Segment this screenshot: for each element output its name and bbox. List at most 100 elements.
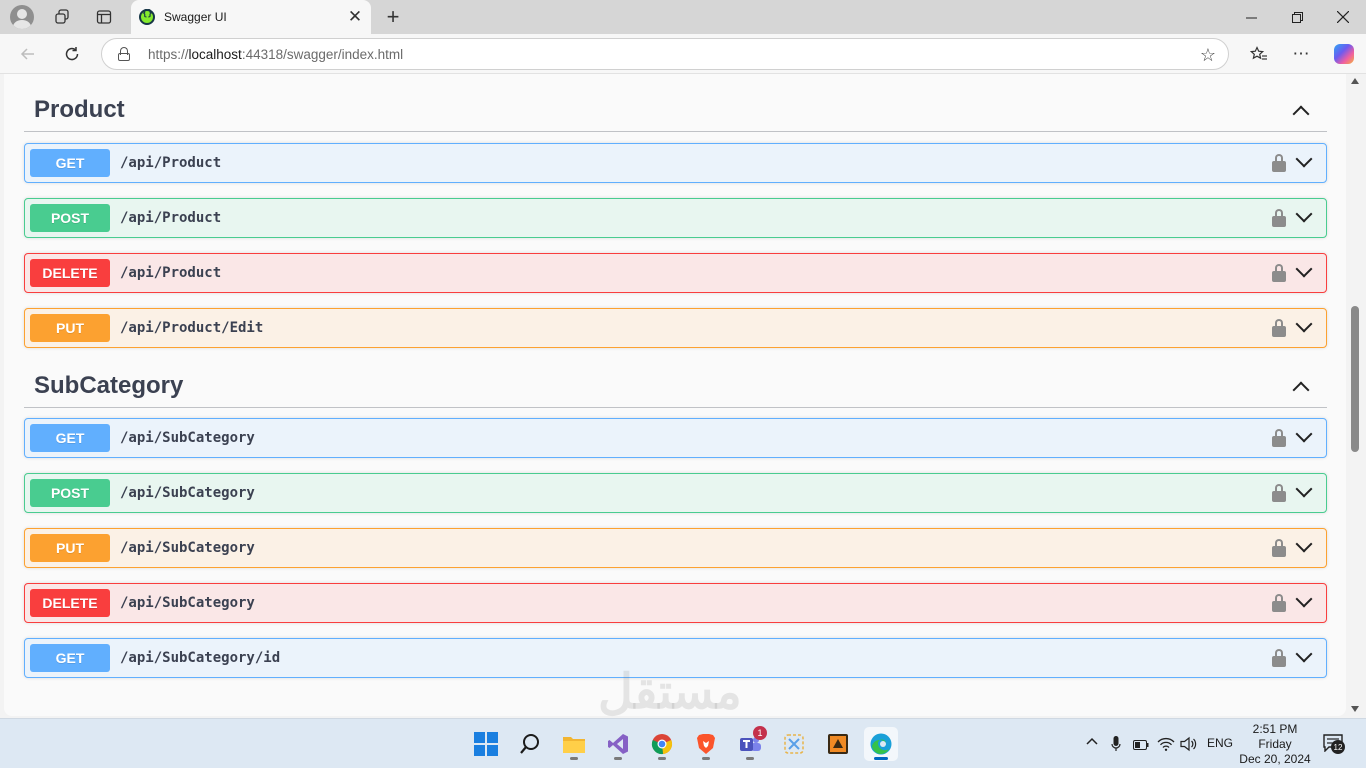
scroll-up-arrow-icon[interactable] <box>1351 78 1359 84</box>
method-badge: POST <box>30 204 110 232</box>
show-hidden-icons-chevron-icon[interactable] <box>1086 735 1098 749</box>
microphone-icon[interactable] <box>1111 736 1121 755</box>
operation-post-subcategory[interactable]: POST /api/SubCategory <box>24 473 1327 513</box>
visual-studio-icon[interactable] <box>601 727 635 761</box>
url-text: https://localhost:44318/swagger/index.ht… <box>148 47 403 62</box>
method-badge: GET <box>30 424 110 452</box>
operation-path: /api/Product <box>120 155 222 171</box>
authorize-lock-icon[interactable] <box>1272 484 1286 502</box>
refresh-icon[interactable] <box>57 39 87 69</box>
notification-count-badge: 12 <box>1331 740 1345 754</box>
method-badge: DELETE <box>30 589 110 617</box>
site-lock-icon[interactable] <box>118 47 130 61</box>
operation-path: /api/SubCategory <box>120 595 255 611</box>
authorize-lock-icon[interactable] <box>1272 594 1286 612</box>
expand-chevron-down-icon[interactable] <box>1295 590 1313 608</box>
system-clock[interactable]: 2:51 PM Friday Dec 20, 2024 <box>1236 722 1314 767</box>
operation-put-product-edit[interactable]: PUT /api/Product/Edit <box>24 308 1327 348</box>
volume-icon[interactable] <box>1180 736 1198 755</box>
swagger-favicon-icon <box>139 9 155 25</box>
browser-tab-strip: Swagger UI ✕ + <box>0 0 1366 34</box>
file-explorer-icon[interactable] <box>557 727 591 761</box>
section-header-product[interactable]: Product <box>24 88 1327 132</box>
favorites-list-icon[interactable] <box>1246 42 1272 66</box>
expand-chevron-down-icon[interactable] <box>1295 480 1313 498</box>
start-windows-icon[interactable] <box>469 727 503 761</box>
expand-chevron-down-icon[interactable] <box>1295 425 1313 443</box>
back-arrow-icon[interactable] <box>13 39 43 69</box>
url-path: :44318/swagger/index.html <box>241 46 404 62</box>
workspaces-icon[interactable] <box>47 4 77 30</box>
edge-browser-icon[interactable] <box>864 727 898 761</box>
teams-notification-badge: 1 <box>753 726 767 740</box>
profile-avatar-icon[interactable] <box>10 5 34 29</box>
url-host: localhost <box>188 46 242 62</box>
operation-delete-product[interactable]: DELETE /api/Product <box>24 253 1327 293</box>
operation-path: /api/Product <box>120 265 222 281</box>
authorize-lock-icon[interactable] <box>1272 319 1286 337</box>
input-language[interactable]: ENG <box>1207 736 1233 750</box>
restore-icon[interactable] <box>1274 0 1320 34</box>
page-viewport: Product GET /api/Product POST /api/Produ… <box>4 74 1346 716</box>
more-menu-icon[interactable]: ⋯ <box>1288 42 1314 66</box>
operation-get-subcategory[interactable]: GET /api/SubCategory <box>24 418 1327 458</box>
browser-toolbar: https://localhost:44318/swagger/index.ht… <box>0 34 1366 74</box>
operation-delete-subcategory[interactable]: DELETE /api/SubCategory <box>24 583 1327 623</box>
teams-icon[interactable]: 1 <box>733 726 767 761</box>
authorize-lock-icon[interactable] <box>1272 264 1286 282</box>
minimize-icon[interactable] <box>1228 0 1274 34</box>
authorize-lock-icon[interactable] <box>1272 209 1286 227</box>
wifi-icon[interactable] <box>1157 737 1175 754</box>
authorize-lock-icon[interactable] <box>1272 429 1286 447</box>
section-title: Product <box>34 95 125 123</box>
authorize-lock-icon[interactable] <box>1272 539 1286 557</box>
expand-chevron-down-icon[interactable] <box>1295 205 1313 223</box>
sublime-orange-app-icon[interactable] <box>821 727 855 761</box>
notification-center-icon[interactable]: 12 <box>1323 734 1345 754</box>
expand-chevron-down-icon[interactable] <box>1295 535 1313 553</box>
method-badge: PUT <box>30 534 110 562</box>
operation-path: /api/Product/Edit <box>120 320 264 336</box>
authorize-lock-icon[interactable] <box>1272 154 1286 172</box>
method-badge: POST <box>30 479 110 507</box>
section-subcategory: SubCategory <box>24 364 1327 408</box>
windows-taskbar: 1 ENG 2:51 PM Friday Dec 20, 2024 12 <box>0 718 1366 768</box>
brave-browser-icon[interactable] <box>689 727 723 761</box>
clock-date: Dec 20, 2024 <box>1239 752 1311 766</box>
page-scrollbar[interactable] <box>1348 74 1362 716</box>
snipping-tool-icon[interactable] <box>777 727 811 761</box>
search-icon[interactable] <box>513 727 547 761</box>
authorize-lock-icon[interactable] <box>1272 649 1286 667</box>
favorite-star-icon[interactable]: ☆ <box>1200 45 1216 66</box>
operation-path: /api/SubCategory/id <box>120 650 281 666</box>
method-badge: PUT <box>30 314 110 342</box>
tab-title: Swagger UI <box>164 10 227 24</box>
collapse-chevron-up-icon[interactable] <box>1292 381 1310 398</box>
operation-path: /api/SubCategory <box>120 430 255 446</box>
section-header-subcategory[interactable]: SubCategory <box>24 364 1327 408</box>
battery-icon[interactable] <box>1133 739 1149 753</box>
close-window-icon[interactable] <box>1320 0 1366 34</box>
vertical-tabs-icon[interactable] <box>89 4 119 30</box>
tab-close-icon[interactable]: ✕ <box>343 5 367 29</box>
expand-chevron-down-icon[interactable] <box>1295 260 1313 278</box>
scroll-down-arrow-icon[interactable] <box>1351 706 1359 712</box>
expand-chevron-down-icon[interactable] <box>1295 315 1313 333</box>
tab-swagger-ui[interactable]: Swagger UI ✕ <box>131 0 371 34</box>
scrollbar-thumb[interactable] <box>1351 306 1359 452</box>
new-tab-plus-icon[interactable]: + <box>380 4 406 30</box>
address-bar[interactable]: https://localhost:44318/swagger/index.ht… <box>101 38 1229 70</box>
chrome-icon[interactable] <box>645 727 679 761</box>
method-badge: GET <box>30 644 110 672</box>
watermark-logo: مستقل <box>598 666 742 719</box>
section-title: SubCategory <box>34 371 184 399</box>
operation-path: /api/SubCategory <box>120 485 255 501</box>
expand-chevron-down-icon[interactable] <box>1295 150 1313 168</box>
collapse-chevron-up-icon[interactable] <box>1292 105 1310 122</box>
operation-post-product[interactable]: POST /api/Product <box>24 198 1327 238</box>
copilot-icon[interactable] <box>1331 42 1357 66</box>
expand-chevron-down-icon[interactable] <box>1295 645 1313 663</box>
operation-put-subcategory[interactable]: PUT /api/SubCategory <box>24 528 1327 568</box>
clock-time: 2:51 PM <box>1252 722 1298 736</box>
operation-get-product[interactable]: GET /api/Product <box>24 143 1327 183</box>
